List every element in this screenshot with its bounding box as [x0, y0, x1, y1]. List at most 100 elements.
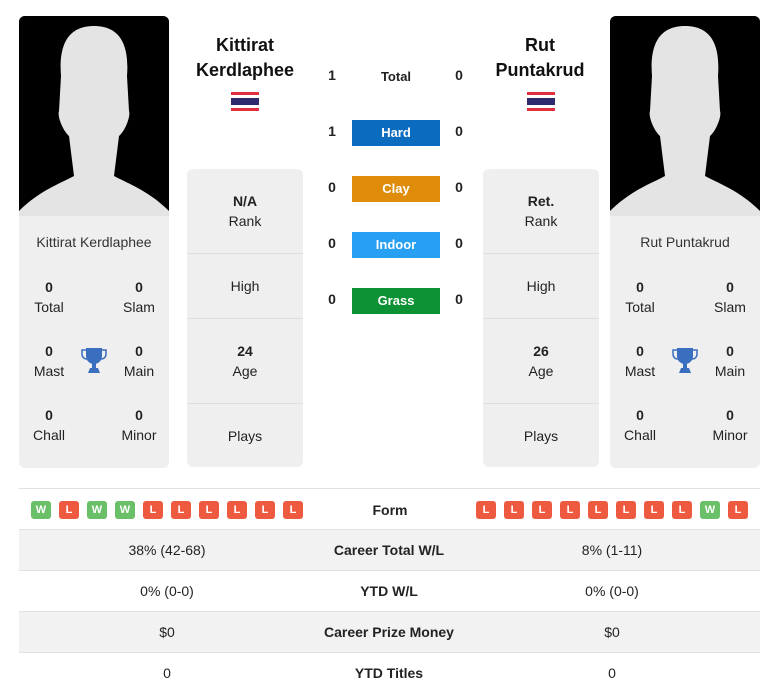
form-result-badge[interactable]: L	[255, 501, 275, 519]
player2-high: High	[483, 276, 599, 296]
player2-photo	[610, 16, 760, 216]
player2-total-titles: 0 Total	[610, 277, 670, 317]
value: 0	[45, 407, 53, 423]
form-result-badge[interactable]: L	[143, 501, 163, 519]
player1-full-name: Kittirat Kerdlaphee	[36, 234, 152, 250]
value: 26	[533, 343, 549, 359]
thailand-flag-icon	[527, 92, 555, 111]
surface-hard-badge[interactable]: Hard	[352, 120, 440, 146]
player2-rank: Ret. Rank	[483, 191, 599, 231]
label: Main	[123, 363, 155, 379]
h2h-total-label: Total	[380, 69, 412, 84]
player1-main-titles: 0 Main	[109, 341, 169, 381]
surface-clay-badge[interactable]: Clay	[352, 176, 440, 202]
form-result-badge[interactable]: L	[227, 501, 247, 519]
player1-name-title[interactable]: Kittirat Kerdlaphee	[175, 33, 315, 83]
form-result-badge[interactable]: L	[199, 501, 219, 519]
player1-ytd-titles: 0	[163, 665, 171, 681]
player1-career-wl: 38% (42-68)	[128, 542, 206, 558]
form-result-badge[interactable]: L	[644, 501, 664, 519]
ytd-wl-label: YTD W/L	[360, 583, 418, 599]
player1-minor-titles: 0 Minor	[109, 405, 169, 445]
first-name: Kittirat	[216, 35, 274, 55]
value: 0	[45, 279, 53, 295]
label: Plays	[227, 428, 263, 444]
player1-ytd-wl: 0% (0-0)	[140, 583, 194, 599]
surface-grass-badge[interactable]: Grass	[352, 288, 440, 314]
h2h-total-p2: 0	[455, 67, 463, 83]
label: Age	[232, 363, 258, 379]
form-result-badge[interactable]: L	[672, 501, 692, 519]
ytd-titles-label: YTD Titles	[354, 665, 424, 681]
divider	[187, 318, 303, 319]
value: 0	[45, 343, 53, 359]
divider	[187, 253, 303, 254]
form-result-badge[interactable]: W	[115, 501, 135, 519]
form-label: Form	[372, 502, 408, 518]
h2h-hard-p1: 1	[328, 123, 336, 139]
form-result-badge[interactable]: W	[87, 501, 107, 519]
form-result-badge[interactable]: L	[560, 501, 580, 519]
player2-prize-money: $0	[604, 624, 620, 640]
label: High	[526, 278, 556, 294]
form-result-badge[interactable]: W	[31, 501, 51, 519]
h2h-indoor-p1: 0	[328, 235, 336, 251]
divider	[483, 253, 599, 254]
last-name: Puntakrud	[495, 60, 585, 80]
trophy-icon	[672, 348, 698, 373]
form-result-badge[interactable]: L	[532, 501, 552, 519]
player2-main-titles: 0 Main	[700, 341, 760, 381]
label: Total	[625, 299, 655, 315]
last-name: Kerdlaphee	[195, 60, 295, 80]
first-name: Rut	[525, 35, 555, 55]
label: Rank	[228, 213, 262, 229]
value: 0	[135, 407, 143, 423]
h2h-total-p1: 1	[328, 67, 336, 83]
player1-age: 24 Age	[187, 341, 303, 381]
value: 0	[636, 279, 644, 295]
form-result-badge[interactable]: L	[59, 501, 79, 519]
form-result-badge[interactable]: L	[283, 501, 303, 519]
player2-full-name: Rut Puntakrud	[640, 234, 730, 250]
player1-chall-titles: 0 Chall	[19, 405, 79, 445]
thailand-flag-icon	[231, 92, 259, 111]
player2-name-title[interactable]: Rut Puntakrud	[470, 33, 610, 83]
divider	[483, 318, 599, 319]
value: N/A	[232, 193, 258, 209]
player2-slam-titles: 0 Slam	[700, 277, 760, 317]
divider	[187, 403, 303, 404]
divider	[483, 403, 599, 404]
value: 0	[726, 279, 734, 295]
h2h-clay-p2: 0	[455, 179, 463, 195]
player1-mast-titles: 0 Mast	[19, 341, 79, 381]
player1-total-titles: 0 Total	[19, 277, 79, 317]
label: Age	[528, 363, 554, 379]
ytd-wl-row: 0% (0-0) YTD W/L 0% (0-0)	[19, 571, 760, 612]
form-result-badge[interactable]: W	[700, 501, 720, 519]
form-result-badge[interactable]: L	[476, 501, 496, 519]
player2-age: 26 Age	[483, 341, 599, 381]
silhouette-icon	[19, 16, 169, 216]
ytd-titles-row: 0 YTD Titles 0	[19, 653, 760, 694]
form-result-badge[interactable]: L	[171, 501, 191, 519]
player2-minor-titles: 0 Minor	[700, 405, 760, 445]
label: Plays	[523, 428, 559, 444]
player2-plays: Plays	[483, 426, 599, 446]
label: Mast	[624, 363, 656, 379]
prize-money-row: $0 Career Prize Money $0	[19, 612, 760, 653]
player1-rank: N/A Rank	[187, 191, 303, 231]
value: 0	[135, 343, 143, 359]
surface-indoor-badge[interactable]: Indoor	[352, 232, 440, 258]
player2-titles-card: Rut Puntakrud 0 Total 0 Slam 0 Mast 0 Main 0…	[610, 216, 760, 468]
form-result-badge[interactable]: L	[588, 501, 608, 519]
player2-info-card: Ret. Rank High 26 Age Plays	[483, 169, 599, 467]
label: High	[230, 278, 260, 294]
form-result-badge[interactable]: L	[504, 501, 524, 519]
label: Chall	[624, 427, 656, 443]
form-result-badge[interactable]: L	[616, 501, 636, 519]
trophy-icon	[81, 348, 107, 373]
player2-mast-titles: 0 Mast	[610, 341, 670, 381]
form-result-badge[interactable]: L	[728, 501, 748, 519]
player1-titles-card: Kittirat Kerdlaphee 0 Total 0 Slam 0 Mast 0…	[19, 216, 169, 468]
player1-photo	[19, 16, 169, 216]
